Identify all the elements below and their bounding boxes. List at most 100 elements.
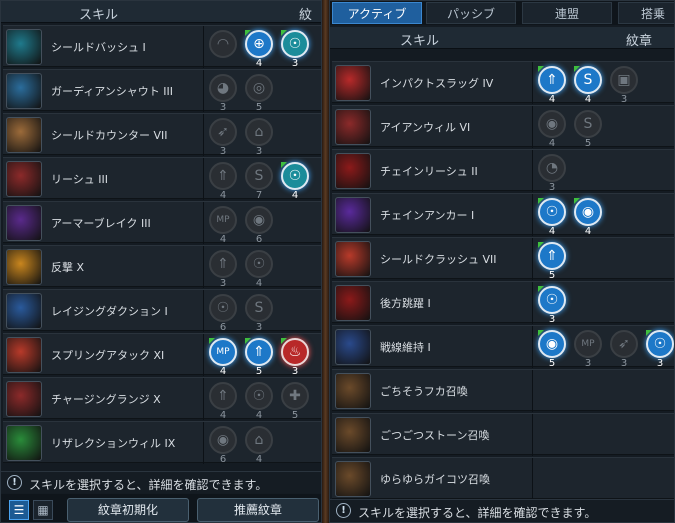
glyph-icon[interactable]: ✚ bbox=[281, 382, 309, 410]
skill-row[interactable]: ごつごつストーン召喚 bbox=[332, 413, 674, 456]
skill-icon[interactable] bbox=[335, 417, 371, 453]
skill-icon[interactable] bbox=[6, 73, 42, 109]
skill-row[interactable]: チャージングランジ X ⇑ 4 ☉ 4 ✚ 5 bbox=[3, 377, 321, 421]
glyph-icon[interactable]: MP bbox=[209, 338, 237, 366]
glyph-icon[interactable]: ◉ bbox=[574, 198, 602, 226]
glyph-icon[interactable]: ➶ bbox=[610, 330, 638, 358]
skill-icon[interactable] bbox=[335, 65, 371, 101]
glyph-icon[interactable]: ➶ bbox=[209, 118, 237, 146]
tab-active[interactable]: アクティブ bbox=[332, 2, 422, 24]
tab-passive[interactable]: パッシブ bbox=[426, 2, 516, 24]
skill-icon[interactable] bbox=[6, 161, 42, 197]
skill-icon[interactable] bbox=[335, 153, 371, 189]
glyph-icon[interactable]: ♨ bbox=[281, 338, 309, 366]
glyph-icon[interactable]: ☉ bbox=[281, 30, 309, 58]
skill-icon[interactable] bbox=[6, 117, 42, 153]
skill-row[interactable]: レイジングダクション I ☉ 6 S 3 bbox=[3, 289, 321, 333]
skill-row[interactable]: チェインアンカー I ☉ 4 ◉ 4 bbox=[332, 193, 674, 237]
skill-icon[interactable] bbox=[6, 337, 42, 373]
glyph-count: 6 bbox=[219, 454, 227, 465]
glyph-icon[interactable]: ◉ bbox=[245, 206, 273, 234]
tab-guild[interactable]: 連盟 bbox=[522, 2, 612, 24]
glyph-icon[interactable]: ◉ bbox=[209, 426, 237, 454]
glyph-count: 6 bbox=[255, 234, 263, 245]
glyph-icon[interactable]: ◕ bbox=[209, 74, 237, 102]
skill-icon[interactable] bbox=[6, 381, 42, 417]
skill-icon[interactable] bbox=[335, 241, 371, 277]
skill-icon[interactable] bbox=[335, 197, 371, 233]
skill-icon[interactable] bbox=[6, 205, 42, 241]
skill-icon[interactable] bbox=[335, 373, 371, 409]
skill-row[interactable]: ゆらゆらガイコツ召喚 bbox=[332, 457, 674, 500]
glyph-icon[interactable]: ☉ bbox=[281, 162, 309, 190]
glyph-icon[interactable]: S bbox=[245, 162, 273, 190]
right-skill-panel: アクティブ パッシブ 連盟 搭乗 スキル 紋章 インパクトスラッグ IV ⇑ 4 S 4… bbox=[329, 0, 675, 523]
glyph-count: 3 bbox=[620, 94, 628, 105]
skill-row[interactable]: インパクトスラッグ IV ⇑ 4 S 4 ▣ 3 bbox=[332, 61, 674, 105]
glyph-active-marker bbox=[538, 330, 544, 336]
glyph-icon[interactable]: ☉ bbox=[538, 286, 566, 314]
tab-mount[interactable]: 搭乗 bbox=[618, 2, 674, 24]
skill-row[interactable]: リーシュ III ⇑ 4 S 7 ☉ 4 bbox=[3, 157, 321, 201]
skill-icon[interactable] bbox=[6, 293, 42, 329]
skill-icon[interactable] bbox=[335, 461, 371, 497]
glyph-icon[interactable]: S bbox=[574, 110, 602, 138]
glyph-icon[interactable]: S bbox=[574, 66, 602, 94]
skill-icon[interactable] bbox=[335, 109, 371, 145]
skill-row[interactable]: ガーディアンシャウト III ◕ 3 ◎ 5 bbox=[3, 69, 321, 113]
skill-icon[interactable] bbox=[335, 285, 371, 321]
glyph-icon[interactable]: ⌂ bbox=[245, 118, 273, 146]
glyph-icon[interactable]: ⇑ bbox=[538, 66, 566, 94]
glyph-icon[interactable]: ☉ bbox=[245, 382, 273, 410]
skill-icon[interactable] bbox=[6, 29, 42, 65]
skill-row[interactable]: リザレクションウィル IX ◉ 6 ⌂ 4 bbox=[3, 421, 321, 465]
glyph-icon[interactable]: ⇑ bbox=[209, 382, 237, 410]
glyph-icon[interactable]: ⌂ bbox=[245, 426, 273, 454]
skill-row[interactable]: チェインリーシュ II ◔ 3 bbox=[332, 149, 674, 193]
skill-row[interactable]: スプリングアタック XI MP 4 ⇑ 5 ♨ 3 bbox=[3, 333, 321, 377]
skill-row[interactable]: ごちそうフカ召喚 bbox=[332, 369, 674, 412]
skill-name: 後方跳躍 I bbox=[380, 297, 431, 310]
skill-row[interactable]: 戦線維持 I ◉ 5 MP 3 ➶ 3 ☉ 3 bbox=[332, 325, 674, 369]
skill-row[interactable]: シールドクラッシュ VII ⇑ 5 bbox=[332, 237, 674, 281]
row-separator bbox=[532, 414, 533, 456]
glyph-icon[interactable]: ◠ bbox=[209, 30, 237, 58]
skill-icon[interactable] bbox=[6, 249, 42, 285]
glyph-icon[interactable]: ⊕ bbox=[245, 30, 273, 58]
glyph-icon[interactable]: MP bbox=[574, 330, 602, 358]
glyph-icon[interactable]: ⇑ bbox=[209, 162, 237, 190]
glyph-icon[interactable]: ⇑ bbox=[538, 242, 566, 270]
glyph-icon[interactable]: ⇑ bbox=[245, 338, 273, 366]
glyph-icon[interactable]: MP bbox=[209, 206, 237, 234]
glyph-active-marker bbox=[538, 198, 544, 204]
reset-glyphs-button[interactable]: 紋章初期化 bbox=[67, 498, 189, 522]
glyph-icon[interactable]: ⇑ bbox=[209, 250, 237, 278]
skill-icon[interactable] bbox=[335, 329, 371, 365]
skill-row[interactable]: シールドバッシュ I ◠ ⊕ 4 ☉ 3 bbox=[3, 25, 321, 69]
skill-row[interactable]: アーマーブレイク III MP 4 ◉ 6 bbox=[3, 201, 321, 245]
glyph-icon[interactable]: ▣ bbox=[610, 66, 638, 94]
skill-name: リザレクションウィル IX bbox=[51, 437, 176, 450]
glyph-icon[interactable]: ◉ bbox=[538, 110, 566, 138]
recommended-glyphs-button[interactable]: 推薦紋章 bbox=[197, 498, 319, 522]
list-view-button[interactable]: ☰ bbox=[9, 500, 29, 520]
glyph-count: 5 bbox=[255, 366, 263, 377]
skill-row[interactable]: 反撃 X ⇑ 3 ☉ 4 bbox=[3, 245, 321, 289]
skill-row[interactable]: 後方跳躍 I ☉ 3 bbox=[332, 281, 674, 325]
glyph-icon[interactable]: ◔ bbox=[538, 154, 566, 182]
skill-icon[interactable] bbox=[6, 425, 42, 461]
glyph-icon[interactable]: ☉ bbox=[646, 330, 674, 358]
skill-row[interactable]: シールドカウンター VII ➶ 3 ⌂ 3 bbox=[3, 113, 321, 157]
glyph-count: 3 bbox=[584, 358, 592, 369]
skill-name: シールドカウンター VII bbox=[51, 129, 168, 142]
glyph-count: 5 bbox=[255, 102, 263, 113]
glyph-icon[interactable]: ☉ bbox=[538, 198, 566, 226]
grid-view-button[interactable]: ▦ bbox=[33, 500, 53, 520]
glyph-icon[interactable]: ☉ bbox=[209, 294, 237, 322]
glyph-icon[interactable]: ◉ bbox=[538, 330, 566, 358]
glyph-icon[interactable]: S bbox=[245, 294, 273, 322]
glyph-icon[interactable]: ☉ bbox=[245, 250, 273, 278]
left-skill-panel: スキル 紋章 シールドバッシュ I◠⊕4☉3ガーディアンシャウト III◕3◎5… bbox=[0, 0, 322, 523]
glyph-icon[interactable]: ◎ bbox=[245, 74, 273, 102]
skill-row[interactable]: アイアンウィル VI ◉ 4 S 5 bbox=[332, 105, 674, 149]
